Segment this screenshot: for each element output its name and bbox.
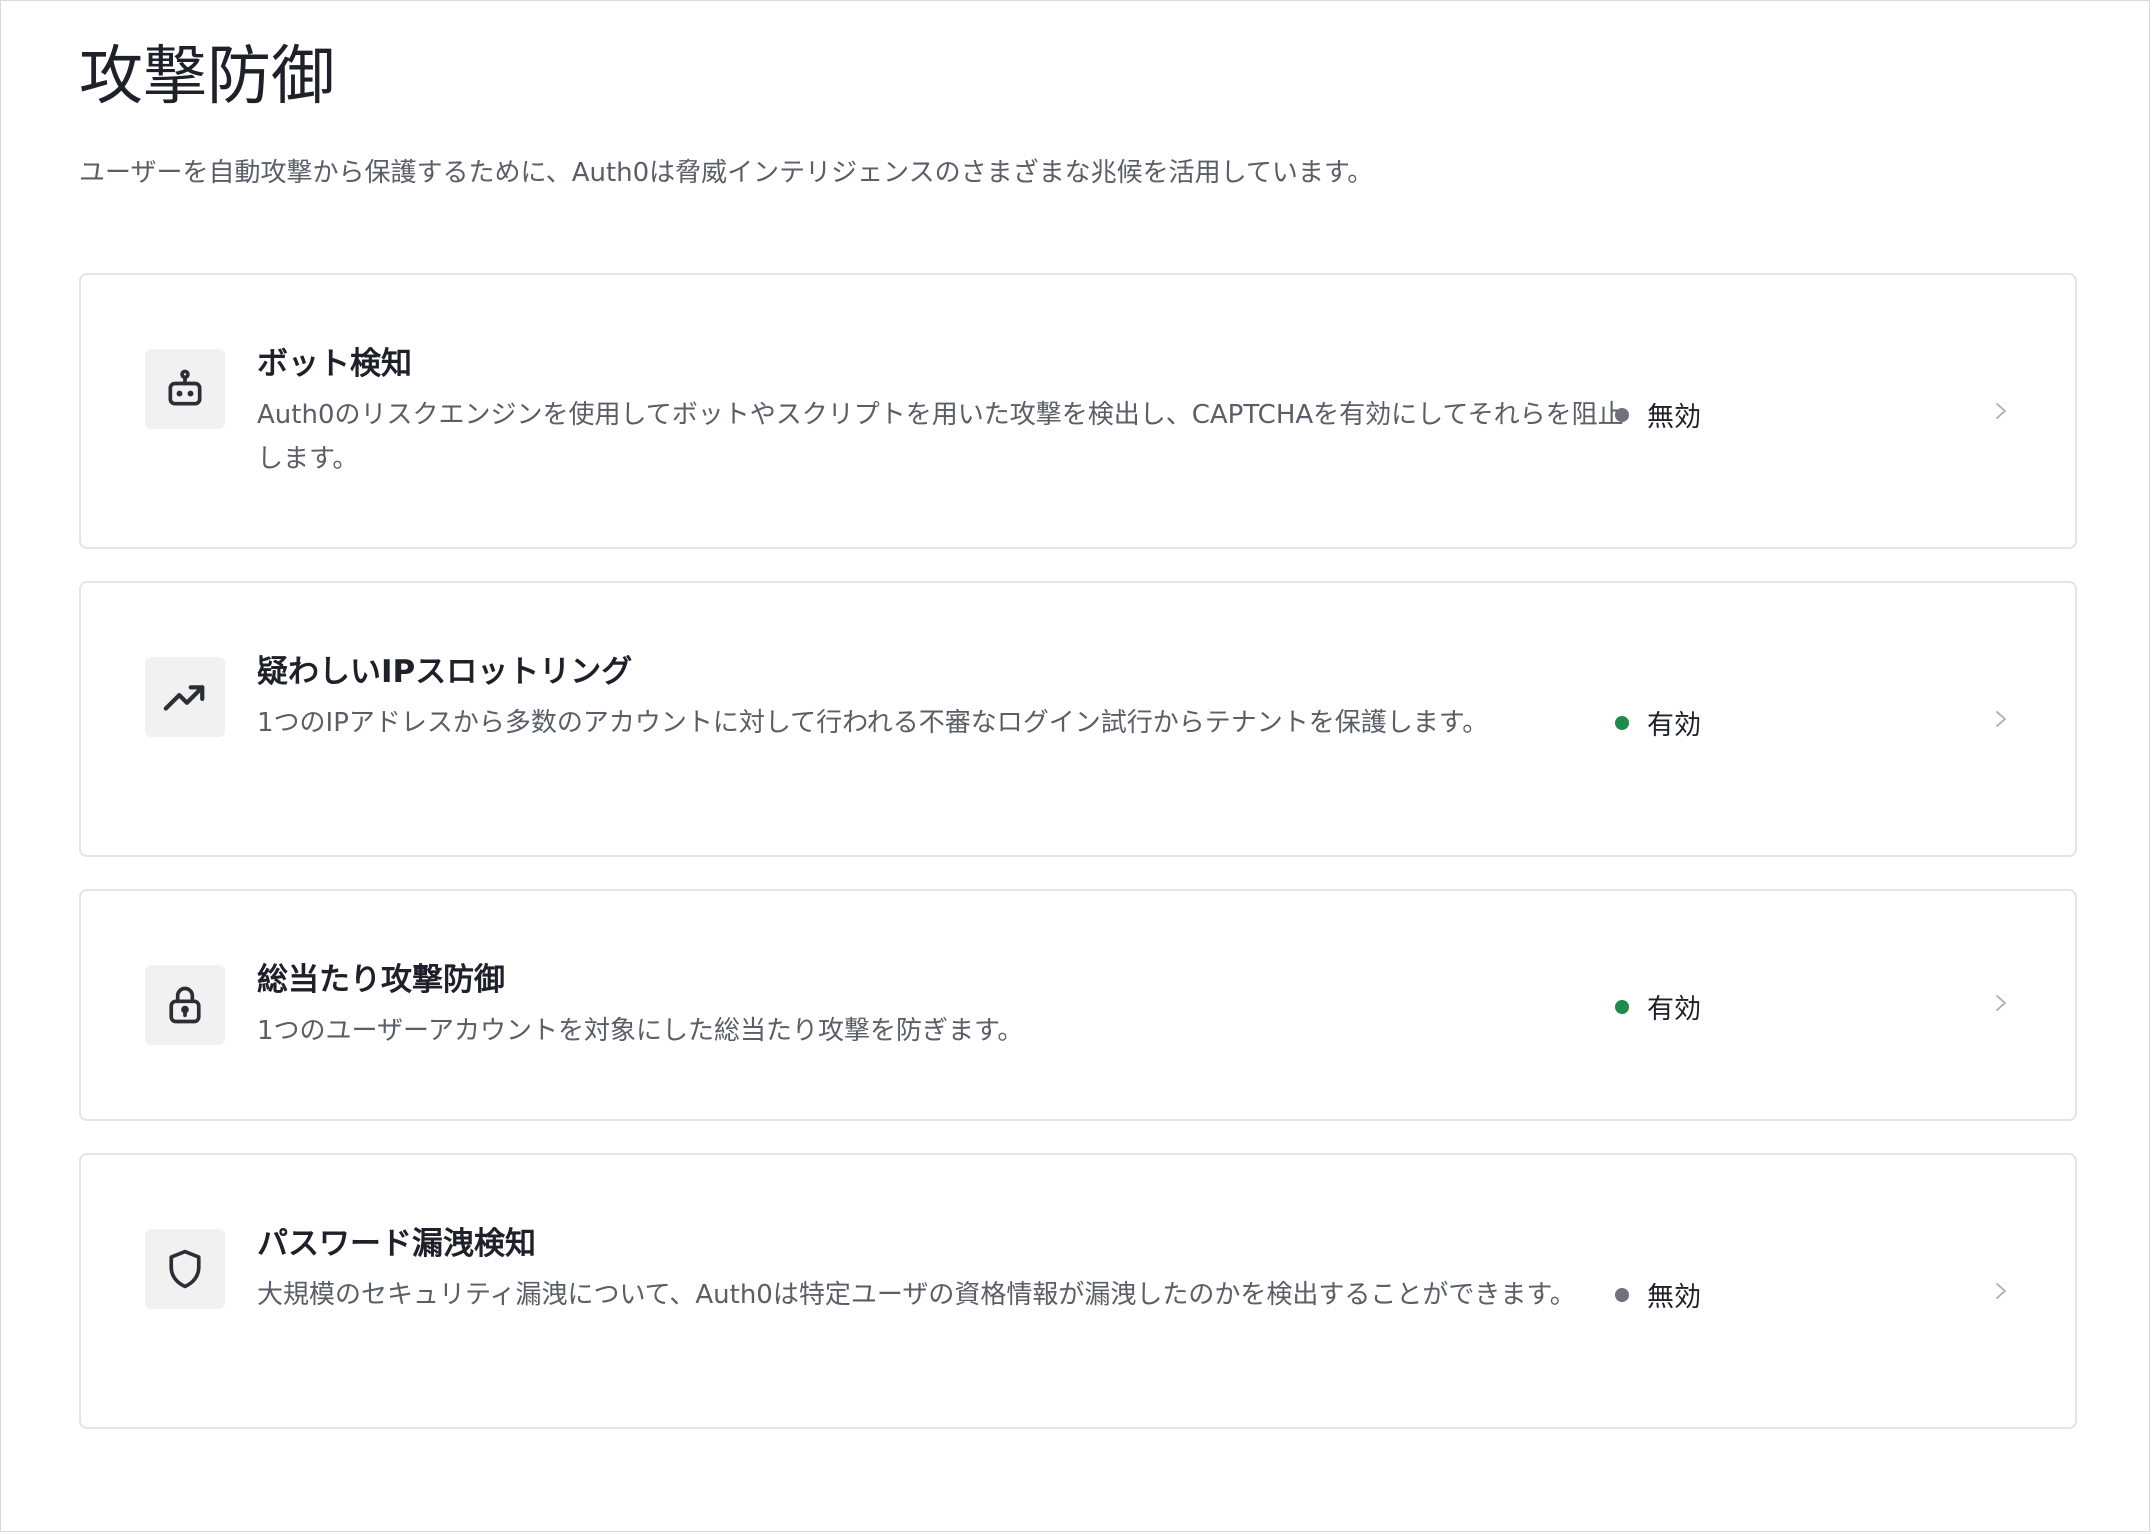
chevron-right-icon[interactable] (1991, 1281, 2011, 1301)
lock-icon (145, 965, 225, 1045)
status-dot-enabled (1615, 999, 1629, 1014)
status-label: 有効 (1647, 994, 1701, 1025)
card-text: 総当たり攻撃防御 1つのユーザーアカウントを対象にした総当たり攻撃を防ぎます。 (257, 959, 1637, 1053)
card-description: 1つのユーザーアカウントを対象にした総当たり攻撃を防ぎます。 (257, 1016, 1024, 1046)
trending-up-icon (145, 657, 225, 737)
card-text: パスワード漏洩検知 大規模のセキュリティ漏洩について、Auth0は特定ユーザの資… (257, 1223, 1637, 1317)
status-badge: 有効 (1615, 703, 1701, 742)
status-label: 無効 (1647, 402, 1701, 433)
status-badge: 有効 (1615, 987, 1701, 1026)
card-description: 1つのIPアドレスから多数のアカウントに対して行われる不審なログイン試行からテナ… (257, 708, 1489, 738)
status-label: 無効 (1647, 1282, 1701, 1313)
chevron-right-icon[interactable] (1991, 709, 2011, 729)
chevron-right-icon[interactable] (1991, 993, 2011, 1013)
card-breached-password-detection[interactable]: パスワード漏洩検知 大規模のセキュリティ漏洩について、Auth0は特定ユーザの資… (79, 1153, 2077, 1429)
status-dot-disabled (1615, 407, 1629, 422)
status-dot-enabled (1615, 715, 1629, 730)
card-brute-force-protection[interactable]: 総当たり攻撃防御 1つのユーザーアカウントを対象にした総当たり攻撃を防ぎます。 … (79, 889, 2077, 1121)
chevron-right-icon[interactable] (1991, 401, 2011, 421)
page-description: ユーザーを自動攻撃から保護するために、Auth0は脅威インテリジェンスのさまざま… (79, 158, 1374, 188)
status-badge: 無効 (1615, 395, 1701, 434)
status-dot-disabled (1615, 1287, 1629, 1302)
card-suspicious-ip-throttling[interactable]: 疑わしいIPスロットリング 1つのIPアドレスから多数のアカウントに対して行われ… (79, 581, 2077, 857)
card-title: 疑わしいIPスロットリング (257, 654, 633, 690)
card-text: ボット検知 Auth0のリスクエンジンを使用してボットやスクリプトを用いた攻撃を… (257, 343, 1637, 481)
card-title: 総当たり攻撃防御 (257, 962, 505, 998)
card-title: パスワード漏洩検知 (257, 1226, 536, 1262)
card-bot-detection[interactable]: ボット検知 Auth0のリスクエンジンを使用してボットやスクリプトを用いた攻撃を… (79, 273, 2077, 549)
attack-protection-page: 攻撃防御 ユーザーを自動攻撃から保護するために、Auth0は脅威インテリジェンス… (0, 0, 2150, 1532)
status-label: 有効 (1647, 710, 1701, 741)
robot-icon (145, 349, 225, 429)
card-text: 疑わしいIPスロットリング 1つのIPアドレスから多数のアカウントに対して行われ… (257, 651, 1637, 745)
card-description: Auth0のリスクエンジンを使用してボットやスクリプトを用いた攻撃を検出し、CA… (257, 400, 1624, 474)
card-title: ボット検知 (257, 346, 412, 382)
status-badge: 無効 (1615, 1275, 1701, 1314)
page-title: 攻撃防御 (79, 40, 335, 114)
shield-icon (145, 1229, 225, 1309)
card-description: 大規模のセキュリティ漏洩について、Auth0は特定ユーザの資格情報が漏洩したのか… (257, 1280, 1576, 1310)
